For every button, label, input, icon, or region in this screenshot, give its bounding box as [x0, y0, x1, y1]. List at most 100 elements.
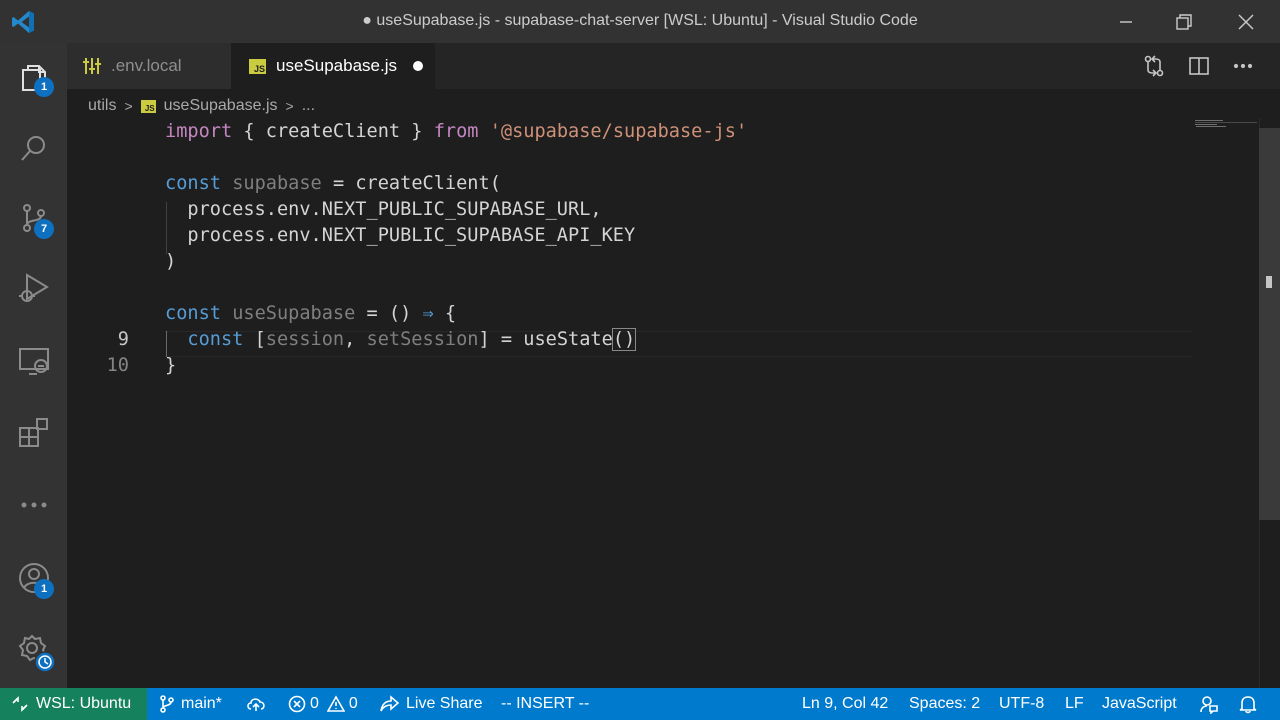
scrollbar-thumb[interactable] — [1259, 128, 1280, 520]
live-share-button[interactable]: Live Share — [380, 688, 483, 720]
minimap[interactable] — [1193, 118, 1259, 136]
code-token: const — [187, 329, 244, 350]
restore-button[interactable] — [1155, 0, 1213, 43]
error-count: 0 — [310, 695, 319, 712]
code-token: [ — [243, 329, 266, 350]
ellipsis-icon — [21, 502, 46, 508]
feedback-button[interactable] — [1199, 688, 1219, 720]
minimap-line — [1195, 120, 1223, 121]
code-token: ] = — [478, 329, 524, 350]
code-token: from — [433, 121, 479, 142]
breadcrumb-file[interactable]: useSupabase.js — [164, 97, 278, 115]
problems-indicator[interactable]: 0 0 — [288, 688, 358, 720]
code-token: = () — [355, 303, 423, 324]
tab-label: useSupabase.js — [276, 56, 397, 75]
chevron-right-icon: > — [285, 98, 294, 114]
code-token: session — [265, 329, 345, 350]
eol-label: LF — [1065, 695, 1084, 712]
minimap-line — [1196, 126, 1226, 127]
code-content: const supabase = createClient( — [165, 171, 501, 197]
close-window-button[interactable] — [1217, 0, 1275, 43]
code-content: } — [165, 353, 176, 379]
notifications-button[interactable] — [1239, 688, 1257, 720]
encoding-selector[interactable]: UTF-8 — [999, 688, 1044, 720]
code-token: { — [433, 303, 457, 324]
editor-more-actions-button[interactable] — [1230, 53, 1256, 79]
code-line[interactable]: import { createClient } from '@supabase/… — [67, 119, 1197, 145]
code-content: const useSupabase = () ⇒ { — [165, 301, 456, 327]
code-line[interactable]: process.env.NEXT_PUBLIC_SUPABASE_API_KEY — [67, 223, 1197, 249]
code-token: ⇒ — [422, 303, 434, 324]
chevron-right-icon: > — [124, 98, 133, 114]
split-editor-icon — [1189, 57, 1209, 75]
extensions-button[interactable] — [0, 398, 67, 468]
code-token: import — [165, 121, 233, 142]
code-line[interactable]: ) — [67, 249, 1197, 275]
remote-indicator[interactable]: WSL: Ubuntu — [0, 688, 147, 720]
remote-icon — [12, 696, 28, 712]
unsaved-dot-icon[interactable] — [412, 61, 423, 71]
language-mode-selector[interactable]: JavaScript — [1102, 688, 1177, 720]
accounts-button[interactable]: 1 — [0, 543, 67, 613]
remote-explorer-icon — [18, 348, 49, 375]
code-token: } — [400, 121, 434, 142]
code-token: '@supabase/supabase-js' — [489, 121, 748, 142]
open-changes-button[interactable] — [1141, 53, 1167, 79]
code-content: ) — [165, 249, 176, 275]
breadcrumb: utils > JS useSupabase.js > ... — [88, 95, 315, 117]
code-line[interactable]: const supabase = createClient( — [67, 171, 1197, 197]
code-token: useState — [523, 329, 613, 350]
minimize-button[interactable] — [1097, 0, 1155, 43]
code-line[interactable]: 9 const [session, setSession] = useState… — [67, 327, 1197, 353]
cursor-position-label: Ln 9, Col 42 — [802, 695, 889, 712]
live-share-label: Live Share — [406, 695, 483, 712]
code-editor[interactable]: import { createClient } from '@supabase/… — [67, 118, 1280, 688]
manage-button[interactable] — [0, 615, 67, 685]
breadcrumb-symbol[interactable]: ... — [302, 97, 315, 115]
breadcrumb-folder[interactable]: utils — [88, 97, 116, 115]
code-token: ( — [489, 173, 501, 194]
tab-use-supabase[interactable]: JS useSupabase.js — [231, 43, 435, 89]
code-line[interactable]: process.env.NEXT_PUBLIC_SUPABASE_URL, — [67, 197, 1197, 223]
code-token: useSupabase — [232, 303, 356, 324]
window-title: ● useSupabase.js - supabase-chat-server … — [362, 12, 918, 29]
branch-indicator[interactable]: main* — [159, 688, 222, 720]
code-token: () — [611, 328, 637, 351]
eol-selector[interactable]: LF — [1065, 688, 1084, 720]
code-line[interactable] — [67, 275, 1197, 301]
close-icon — [1238, 14, 1254, 29]
tab-label: .env.local — [111, 56, 182, 75]
code-line[interactable]: 10} — [67, 353, 1197, 379]
activity-bar: 1 7 1 — [0, 43, 67, 688]
split-editor-button[interactable] — [1186, 53, 1212, 79]
code-token: setSession — [366, 329, 479, 350]
branch-label: main* — [181, 695, 222, 712]
code-line[interactable] — [67, 145, 1197, 171]
indentation-selector[interactable]: Spaces: 2 — [909, 688, 980, 720]
language-label: JavaScript — [1102, 695, 1177, 712]
remote-explorer-button[interactable] — [0, 326, 67, 396]
search-button[interactable] — [0, 113, 67, 183]
source-control-button[interactable]: 7 — [0, 183, 67, 253]
code-content: process.env.NEXT_PUBLIC_SUPABASE_API_KEY — [165, 223, 635, 249]
line-number: 10 — [106, 355, 129, 376]
cursor-position[interactable]: Ln 9, Col 42 — [802, 688, 888, 720]
settings-file-icon — [83, 58, 101, 74]
code-token: process.env.NEXT_PUBLIC_SUPABASE_URL, — [165, 199, 602, 220]
clock-badge-icon — [34, 651, 56, 673]
accounts-badge: 1 — [34, 579, 54, 599]
run-debug-button[interactable] — [0, 253, 67, 323]
explorer-button[interactable]: 1 — [0, 43, 67, 113]
bell-icon — [1239, 696, 1257, 714]
tab-env-local[interactable]: .env.local — [67, 43, 231, 89]
code-token: const — [165, 173, 221, 194]
git-branch-icon — [160, 695, 174, 713]
sync-button[interactable] — [246, 688, 266, 720]
code-token: { — [232, 121, 266, 142]
minimap-line — [1195, 124, 1217, 125]
more-actions-button[interactable] — [0, 470, 67, 540]
code-line[interactable]: const useSupabase = () ⇒ { — [67, 301, 1197, 327]
indentation-label: Spaces: 2 — [909, 695, 981, 712]
